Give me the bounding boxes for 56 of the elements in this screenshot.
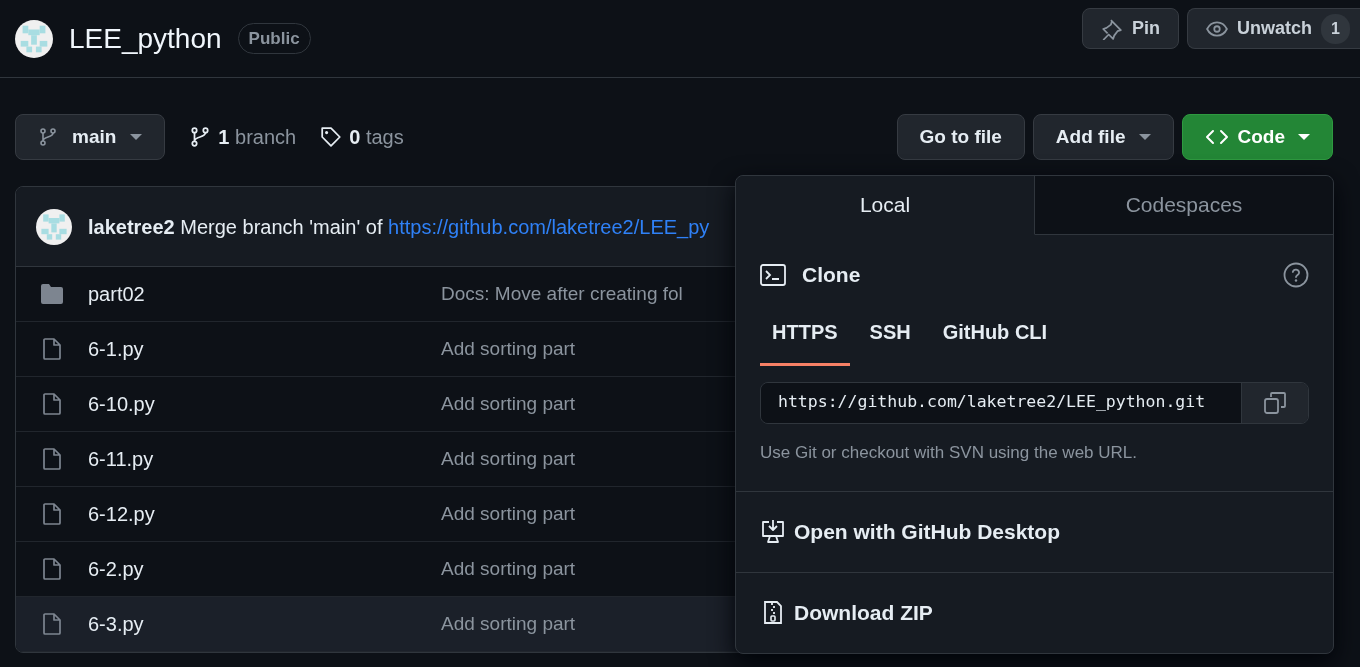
file-link[interactable]: 6-11.py <box>88 444 441 474</box>
protocol-tab[interactable]: GitHub CLI <box>930 306 1060 366</box>
menu-tab[interactable]: Local <box>736 176 1035 235</box>
help-text: Use Git or checkout with SVN using the web URL. <box>760 441 1138 464</box>
tag-icon <box>320 126 343 148</box>
terminal-icon <box>760 262 786 287</box>
file-icon <box>40 612 64 636</box>
file-icon <box>40 392 64 416</box>
pin-button[interactable]: Pin <box>1082 8 1180 49</box>
code-icon <box>1204 127 1229 147</box>
section-title: Clone <box>802 262 861 288</box>
file-icon <box>40 557 64 581</box>
file-icon <box>40 337 64 361</box>
watcher-count: 1 <box>1321 13 1350 44</box>
action-button[interactable]: Go to file <box>896 114 1025 160</box>
url-field[interactable]: https://github.com/laketree2/LEE_python.git <box>760 381 1309 424</box>
commit-message: Add sorting part <box>441 446 576 471</box>
branch-icon <box>189 126 212 148</box>
file-link[interactable]: 6-10.py <box>88 389 441 419</box>
branches-link[interactable]: 1 branch <box>189 122 297 152</box>
download-zip-item[interactable]: Download ZIP <box>736 572 1333 653</box>
protocol-tab[interactable]: HTTPS <box>760 306 850 366</box>
commit-message: laketree2 Merge branch 'main' of https://github.com/laketree2/LEE_py <box>88 214 710 241</box>
avatar-icon <box>36 208 72 245</box>
commit-link[interactable]: https://github.com/laketree2/LEE_py <box>388 215 710 238</box>
file-link[interactable]: 6-12.py <box>88 499 441 529</box>
avatar-icon <box>15 19 53 58</box>
commit-message: Docs: Move after creating fol <box>441 281 683 306</box>
open-desktop-item[interactable]: Open with GitHub Desktop <box>736 491 1333 572</box>
help-icon <box>1283 261 1309 288</box>
unwatch-button[interactable]: Unwatch 1 <box>1187 8 1360 49</box>
folder-link[interactable]: part02 <box>88 279 441 309</box>
action-button[interactable]: Add file <box>1032 114 1174 160</box>
commit-message: Add sorting part <box>441 391 576 416</box>
branch-icon <box>38 127 58 147</box>
protocol-tab[interactable]: SSH <box>857 306 923 366</box>
branch-selector[interactable]: main <box>15 114 166 160</box>
file-link[interactable]: 6-1.py <box>88 334 441 364</box>
code-button[interactable]: Code <box>1181 114 1333 160</box>
repo-name[interactable]: LEE_python <box>69 17 222 60</box>
tags-link[interactable]: 0 tags <box>320 122 404 152</box>
caret-icon <box>130 134 143 140</box>
commit-message: Add sorting part <box>441 611 576 636</box>
commit-message: Add sorting part <box>441 556 576 581</box>
commit-message: Add sorting part <box>441 501 576 526</box>
pin-icon <box>1101 17 1124 40</box>
file-icon <box>40 502 64 526</box>
file-link[interactable]: 6-3.py <box>88 609 441 639</box>
menu-tab[interactable]: Codespaces <box>1035 176 1333 235</box>
folder-icon <box>40 283 64 305</box>
file-link[interactable]: 6-2.py <box>88 554 441 584</box>
commit-message: Add sorting part <box>441 336 576 361</box>
copy-icon <box>1262 389 1288 416</box>
desktop-download-icon <box>760 519 786 545</box>
copy-button[interactable] <box>1241 382 1308 423</box>
file-icon <box>40 447 64 471</box>
